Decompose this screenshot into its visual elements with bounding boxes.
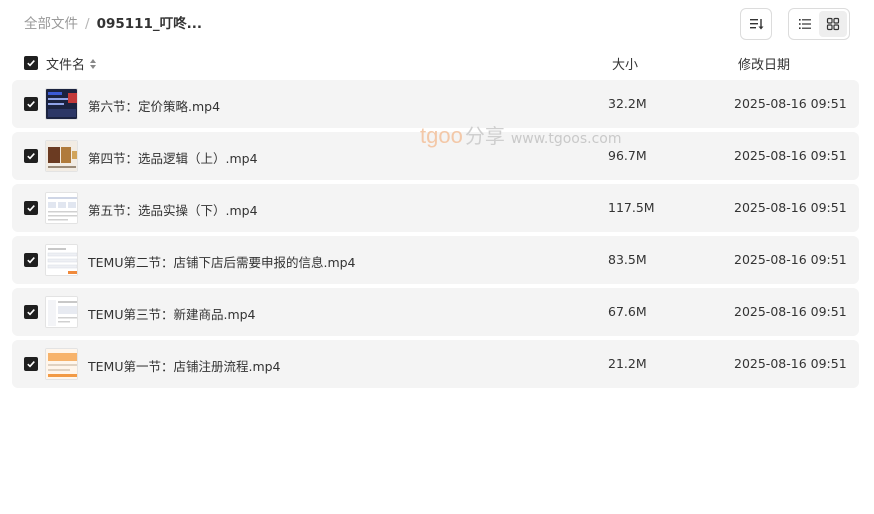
file-row[interactable]: TEMU第一节：店铺注册流程.mp4 21.2M 2025-08-16 09:5…	[12, 340, 859, 388]
row-checkbox[interactable]	[24, 97, 38, 111]
breadcrumb: 全部文件 / 095111_叮咚...	[24, 14, 202, 34]
file-size: 83.5M	[608, 252, 647, 267]
file-modified-date: 2025-08-16 09:51	[734, 252, 847, 267]
date-column-header[interactable]: 修改日期	[738, 54, 790, 73]
checkmark-icon	[27, 309, 35, 316]
breadcrumb-current-folder: 095111_叮咚...	[96, 16, 203, 32]
file-row[interactable]: 第四节：选品逻辑（上）.mp4 96.7M 2025-08-16 09:51	[12, 132, 859, 180]
grid-view-button[interactable]	[819, 11, 847, 37]
file-size: 96.7M	[608, 148, 647, 163]
top-bar: 全部文件 / 095111_叮咚...	[0, 0, 874, 48]
video-thumbnail	[45, 296, 78, 328]
checkmark-icon	[27, 60, 35, 67]
sort-arrows-icon	[90, 58, 97, 69]
checkmark-icon	[27, 153, 35, 160]
breadcrumb-root-link[interactable]: 全部文件	[24, 14, 78, 34]
file-name[interactable]: 第六节：定价策略.mp4	[88, 96, 220, 115]
file-size: 117.5M	[608, 200, 655, 215]
row-checkbox[interactable]	[24, 149, 38, 163]
grid-view-icon	[826, 17, 840, 31]
list-view-button[interactable]	[791, 11, 819, 37]
video-thumbnail	[45, 192, 78, 224]
list-view-icon	[799, 19, 811, 29]
name-column-label: 文件名	[46, 58, 86, 73]
file-row[interactable]: TEMU第二节：店铺下店后需要申报的信息.mp4 83.5M 2025-08-1…	[12, 236, 859, 284]
file-row[interactable]: 第五节：选品实操（下）.mp4 117.5M 2025-08-16 09:51	[12, 184, 859, 232]
file-list-header: 文件名 大小 修改日期	[0, 52, 874, 76]
file-name[interactable]: TEMU第三节：新建商品.mp4	[88, 304, 256, 323]
file-modified-date: 2025-08-16 09:51	[734, 148, 847, 163]
file-modified-date: 2025-08-16 09:51	[734, 356, 847, 371]
breadcrumb-separator: /	[85, 16, 90, 32]
file-modified-date: 2025-08-16 09:51	[734, 96, 847, 111]
file-size: 21.2M	[608, 356, 647, 371]
file-name[interactable]: 第四节：选品逻辑（上）.mp4	[88, 148, 258, 167]
row-checkbox[interactable]	[24, 357, 38, 371]
row-checkbox[interactable]	[24, 253, 38, 267]
checkmark-icon	[27, 361, 35, 368]
video-thumbnail	[45, 244, 78, 276]
file-size: 67.6M	[608, 304, 647, 319]
view-toggle	[788, 8, 850, 40]
file-modified-date: 2025-08-16 09:51	[734, 200, 847, 215]
video-thumbnail	[45, 140, 78, 172]
file-list: 第六节：定价策略.mp4 32.2M 2025-08-16 09:51 第四节：…	[12, 80, 859, 392]
size-column-header[interactable]: 大小	[612, 54, 638, 73]
sort-button[interactable]	[740, 8, 772, 40]
file-row[interactable]: TEMU第三节：新建商品.mp4 67.6M 2025-08-16 09:51	[12, 288, 859, 336]
checkmark-icon	[27, 205, 35, 212]
file-name[interactable]: 第五节：选品实操（下）.mp4	[88, 200, 258, 219]
file-size: 32.2M	[608, 96, 647, 111]
file-name[interactable]: TEMU第一节：店铺注册流程.mp4	[88, 356, 281, 375]
file-modified-date: 2025-08-16 09:51	[734, 304, 847, 319]
checkmark-icon	[27, 101, 35, 108]
sort-lines-icon	[750, 19, 764, 30]
video-thumbnail	[45, 88, 78, 120]
select-all-checkbox[interactable]	[24, 56, 38, 70]
row-checkbox[interactable]	[24, 305, 38, 319]
checkmark-icon	[27, 257, 35, 264]
file-row[interactable]: 第六节：定价策略.mp4 32.2M 2025-08-16 09:51	[12, 80, 859, 128]
video-thumbnail	[45, 348, 78, 380]
row-checkbox[interactable]	[24, 201, 38, 215]
file-name[interactable]: TEMU第二节：店铺下店后需要申报的信息.mp4	[88, 252, 356, 271]
name-column-header[interactable]: 文件名	[46, 54, 97, 73]
